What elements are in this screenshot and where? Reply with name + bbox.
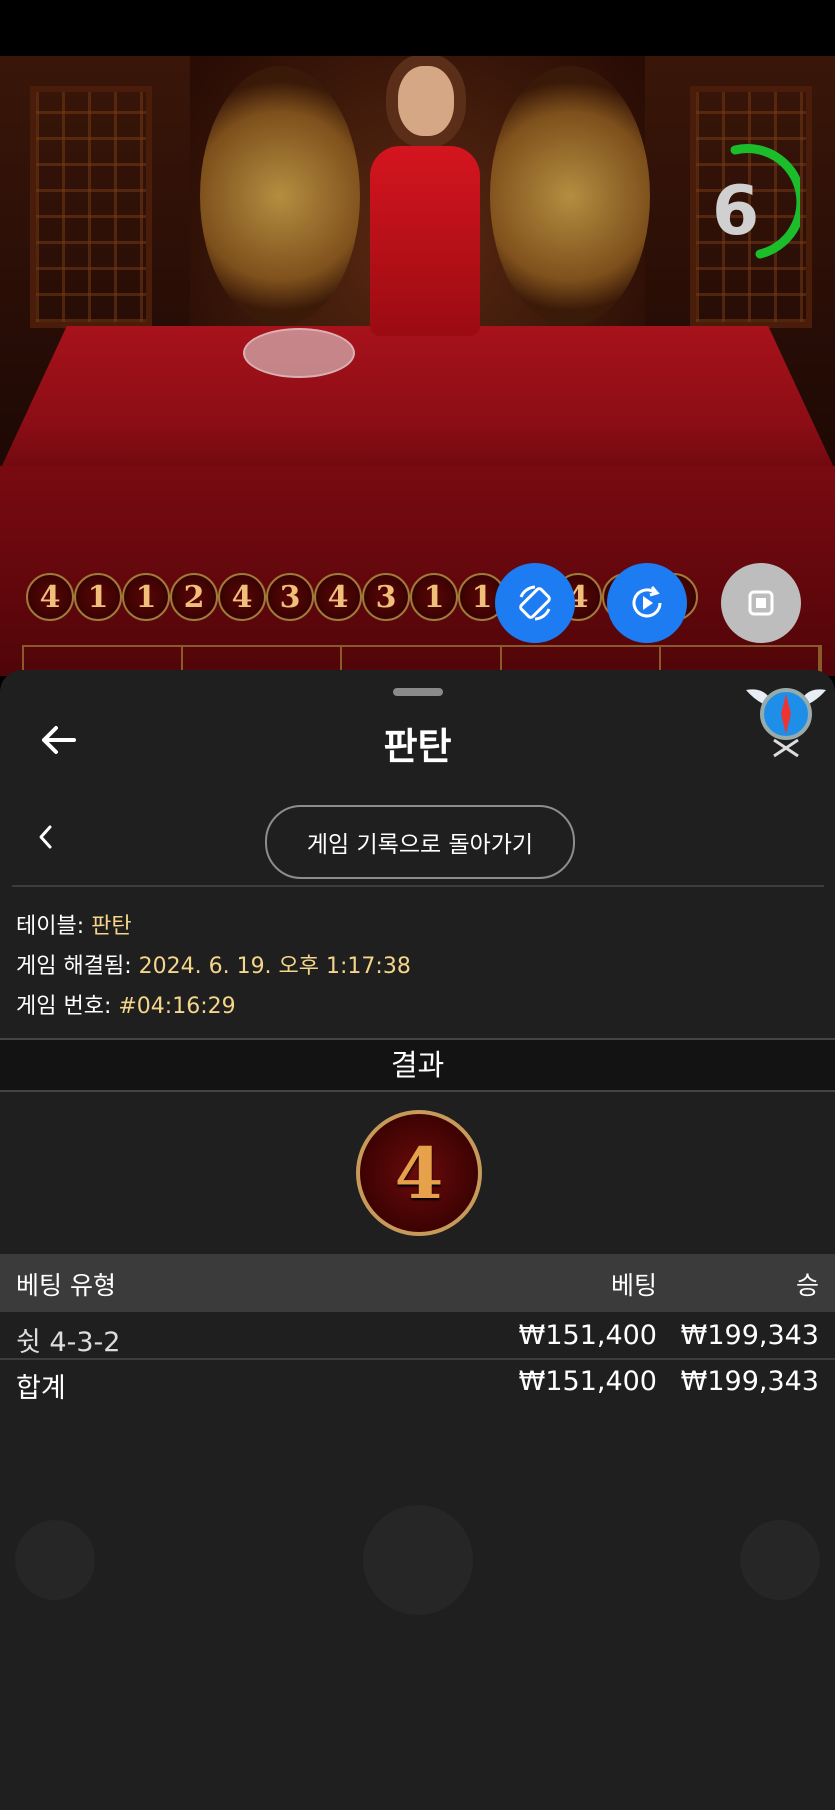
road-bead: 1 — [410, 573, 458, 621]
bet-grid-top — [22, 645, 822, 673]
background-ghost — [60, 790, 69, 823]
bead-bowl — [243, 328, 355, 378]
bets-table-header: 베팅 유형 베팅 승 — [0, 1254, 835, 1312]
result-heading: 결과 — [0, 1038, 835, 1092]
total-row: 합계 ₩151,400 ₩199,343 — [0, 1356, 835, 1404]
info-number-value: #04:16:29 — [118, 994, 236, 1019]
info-resolved-label: 게임 해결됨: — [16, 954, 139, 979]
stop-button[interactable] — [721, 563, 801, 643]
road-bead: 3 — [362, 573, 410, 621]
status-bar — [0, 0, 835, 56]
road-bead: 1 — [74, 573, 122, 621]
dealer — [360, 66, 490, 336]
chevron-left-icon — [39, 825, 52, 849]
info-table-value: 판탄 — [91, 914, 132, 939]
header-win: 승 — [795, 1271, 819, 1300]
back-to-history-button[interactable]: 게임 기록으로 돌아가기 — [265, 805, 575, 879]
sheet-title: 판탄 — [383, 725, 452, 768]
road-bead: 4 — [314, 573, 362, 621]
sheet-drag-handle[interactable] — [393, 688, 443, 696]
road-bead: 4 — [218, 573, 266, 621]
stop-icon — [748, 590, 774, 616]
info-resolved: 게임 해결됨: 2024. 6. 19. 오후 1:17:38 — [16, 948, 411, 980]
countdown-timer: 6 — [700, 142, 806, 262]
total-label: 합계 — [16, 1373, 66, 1404]
safari-compass-icon[interactable] — [738, 678, 834, 758]
info-table-label: 테이블: — [16, 914, 92, 939]
road-bead: 1 — [122, 573, 170, 621]
table-row: 쉿 4-3-2 ₩151,400 ₩199,343 — [0, 1310, 835, 1358]
compass-wings-icon — [746, 688, 826, 758]
results-road: 41124343114413 — [26, 573, 698, 629]
row-bet: ₩151,400 — [518, 1320, 657, 1351]
dimmed-controls-icon — [0, 1500, 835, 1810]
divider — [12, 885, 824, 887]
replay-icon — [632, 586, 662, 618]
rotate-icon — [519, 585, 551, 621]
header-bet-type: 베팅 유형 — [16, 1271, 116, 1300]
header-bet: 베팅 — [610, 1271, 657, 1300]
row-bet-type: 쉿 4-3-2 — [16, 1327, 121, 1358]
info-game-number: 게임 번호: #04:16:29 — [16, 988, 236, 1020]
lattice-window-left — [30, 86, 152, 328]
moon-gate-right — [490, 66, 650, 326]
row-win: ₩199,343 — [680, 1320, 819, 1351]
timer-value: 6 — [712, 172, 760, 251]
rotate-button[interactable] — [495, 563, 575, 643]
road-bead: 2 — [170, 573, 218, 621]
dimmed-background — [0, 1500, 835, 1810]
replay-button[interactable] — [607, 563, 687, 643]
info-number-label: 게임 번호: — [16, 994, 119, 1019]
info-table: 테이블: 판탄 — [16, 908, 132, 940]
road-bead: 3 — [266, 573, 314, 621]
info-resolved-value: 2024. 6. 19. 오후 1:17:38 — [138, 954, 411, 979]
road-bead: 4 — [26, 573, 74, 621]
total-bet: ₩151,400 — [518, 1366, 657, 1397]
total-win: ₩199,343 — [680, 1366, 819, 1397]
dealer-dress — [370, 146, 480, 336]
game-history-sheet: 판탄 게임 기록으로 돌아가기 테이블: 판탄 게임 해결됨: 2024. 6.… — [0, 670, 835, 1810]
moon-gate-left — [200, 66, 360, 326]
result-ball: 4 — [356, 1110, 482, 1236]
dealer-head — [398, 66, 454, 136]
previous-button[interactable] — [34, 822, 58, 852]
